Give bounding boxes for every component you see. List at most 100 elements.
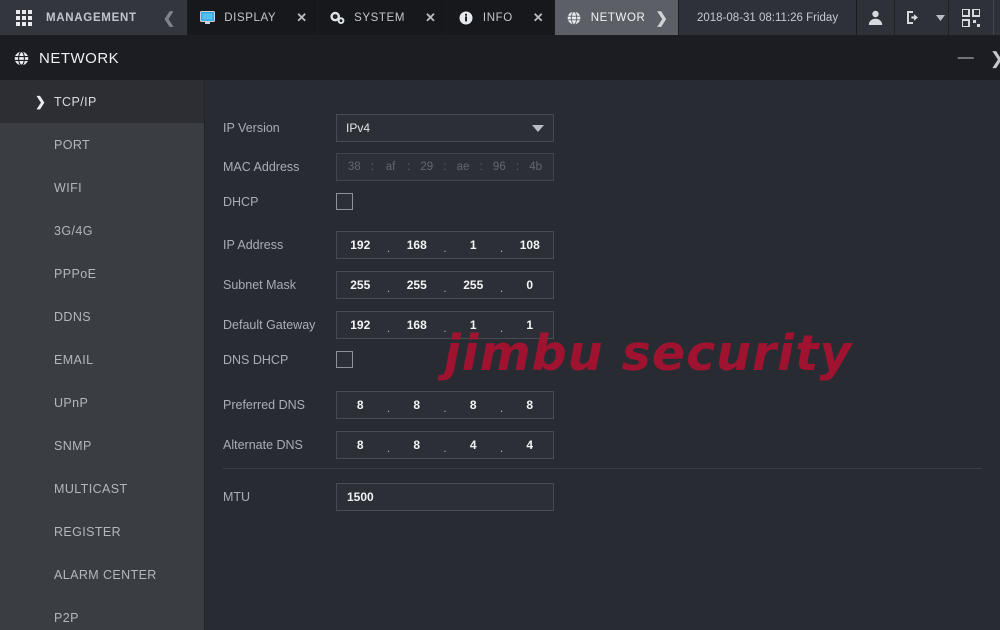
tab-display-label: DISPLAY — [224, 11, 277, 24]
ip-octet[interactable]: 255 — [337, 278, 384, 292]
subnet-mask-label: Subnet Mask — [223, 278, 296, 292]
ip-address-label: IP Address — [223, 238, 284, 252]
management-menu-button[interactable]: MANAGEMENT ❮ — [0, 0, 188, 35]
sidebar-item-p2p[interactable]: P2P — [0, 596, 204, 630]
sidebar-item-email[interactable]: EMAIL — [0, 338, 204, 381]
ip-dot: . — [386, 401, 391, 415]
system-clock: 2018-08-31 08:11:26 Friday — [678, 0, 857, 35]
ip-octet[interactable]: 0 — [507, 278, 554, 292]
sidebar-item-wifi[interactable]: WIFI — [0, 166, 204, 209]
sidebar-item-upnp[interactable]: UPnP — [0, 381, 204, 424]
sidebar-item-register[interactable]: REGISTER — [0, 510, 204, 553]
logout-icon[interactable] — [895, 0, 933, 35]
ip-dot: . — [443, 321, 447, 335]
sidebar-item-label: UPnP — [54, 395, 89, 410]
ip-octet[interactable]: 168 — [394, 318, 441, 332]
field-mtu: MTU 1500 — [223, 483, 554, 511]
ip-address-input[interactable]: 192 . 168 . 1 . 108 — [336, 231, 554, 259]
sidebar-item-tcpip[interactable]: ❯ TCP/IP — [0, 80, 204, 123]
mac-octet: af — [385, 161, 396, 173]
dhcp-label: DHCP — [223, 194, 259, 209]
sidebar-item-ddns[interactable]: DDNS — [0, 295, 204, 338]
system-icons-group — [856, 0, 1000, 35]
ip-octet[interactable]: 192 — [337, 238, 384, 252]
close-button[interactable]: ❯ — [988, 50, 1000, 67]
mac-octet: 4b — [529, 161, 542, 173]
preferred-dns-input[interactable]: 8 . 8 . 8 . 8 — [336, 391, 554, 419]
tab-system-close-icon[interactable]: ✕ — [425, 11, 436, 24]
ip-dot: . — [386, 321, 391, 335]
ip-octet[interactable]: 4 — [450, 438, 497, 452]
mac-address-label: MAC Address — [223, 160, 300, 174]
top-tab-bar: MANAGEMENT ❮ DISPLAY ✕ SYSTEM ✕ INFO ✕ N… — [0, 0, 1000, 36]
ip-octet[interactable]: 8 — [337, 438, 384, 452]
chevron-right-icon: ❯ — [35, 93, 46, 109]
ip-octet[interactable]: 8 — [450, 398, 497, 412]
ip-version-select[interactable]: IPv4 — [336, 114, 554, 142]
window-controls: — ❯ — [948, 50, 1000, 67]
window-title-bar: NETWORK — ❯ — [0, 36, 1000, 80]
sidebar-item-port[interactable]: PORT — [0, 123, 204, 166]
tab-system[interactable]: SYSTEM ✕ — [317, 0, 446, 35]
tab-display-close-icon[interactable]: ✕ — [296, 11, 307, 24]
ip-octet[interactable]: 4 — [507, 438, 554, 452]
ip-octet[interactable]: 8 — [394, 398, 441, 412]
ip-octet[interactable]: 1 — [450, 238, 497, 252]
gears-icon — [330, 10, 345, 25]
ip-octet[interactable]: 1 — [507, 318, 554, 332]
field-default-gateway: Default Gateway 192 . 168 . 1 . 1 — [223, 311, 554, 339]
minimize-button[interactable]: — — [948, 50, 984, 66]
mac-separator: : — [407, 161, 411, 173]
ip-octet[interactable]: 168 — [394, 238, 441, 252]
qr-code-icon[interactable] — [949, 0, 993, 35]
field-subnet-mask: Subnet Mask 255 . 255 . 255 . 0 — [223, 271, 554, 299]
ip-octet[interactable]: 8 — [507, 398, 554, 412]
field-dns-dhcp: DNS DHCP — [223, 351, 353, 368]
ip-dot: . — [443, 441, 447, 455]
sidebar-item-snmp[interactable]: SNMP — [0, 424, 204, 467]
ip-octet[interactable]: 255 — [450, 278, 497, 292]
sidebar-item-label: P2P — [54, 610, 79, 625]
ip-dot: . — [386, 281, 391, 295]
tab-info-close-icon[interactable]: ✕ — [533, 11, 544, 24]
ip-dot: . — [386, 441, 391, 455]
sidebar-item-label: WIFI — [54, 180, 82, 195]
tab-network[interactable]: NETWOR ❯ — [553, 0, 678, 35]
field-mac-address: MAC Address 38 : af : 29 : ae : 96 : 4b — [223, 153, 554, 181]
tab-info[interactable]: INFO ✕ — [445, 0, 554, 35]
sidebar-item-multicast[interactable]: MULTICAST — [0, 467, 204, 510]
subnet-mask-input[interactable]: 255 . 255 . 255 . 0 — [336, 271, 554, 299]
dns-dhcp-checkbox[interactable] — [336, 351, 353, 368]
ip-octet[interactable]: 8 — [337, 398, 384, 412]
mtu-label: MTU — [223, 490, 251, 504]
sidebar-item-alarm-center[interactable]: ALARM CENTER — [0, 553, 204, 596]
ip-octet[interactable]: 255 — [394, 278, 441, 292]
sidebar-item-pppoe[interactable]: PPPoE — [0, 252, 204, 295]
mtu-input[interactable]: 1500 — [336, 483, 554, 511]
ip-dot: . — [443, 281, 447, 295]
chevron-right-icon[interactable]: ❯ — [655, 9, 668, 27]
grid-icon — [16, 9, 32, 26]
display-monitor-icon[interactable] — [993, 0, 1000, 35]
user-account-icon[interactable] — [857, 0, 896, 35]
chevron-down-icon[interactable] — [532, 125, 544, 132]
logout-dropdown-caret-icon[interactable] — [933, 0, 950, 35]
tab-display[interactable]: DISPLAY ✕ — [187, 0, 318, 35]
default-gateway-input[interactable]: 192 . 168 . 1 . 1 — [336, 311, 554, 339]
ip-version-select-wrap: IPv4 — [336, 114, 554, 142]
dhcp-checkbox[interactable] — [336, 193, 353, 210]
sidebar-item-label: REGISTER — [54, 524, 122, 539]
preferred-dns-label: Preferred DNS — [223, 398, 305, 412]
chevron-left-icon[interactable]: ❮ — [163, 9, 176, 27]
network-settings-window: MANAGEMENT ❮ DISPLAY ✕ SYSTEM ✕ INFO ✕ N… — [0, 0, 1000, 630]
alternate-dns-input[interactable]: 8 . 8 . 4 . 4 — [336, 431, 554, 459]
sidebar-item-label: EMAIL — [54, 352, 94, 367]
mac-octet: ae — [456, 161, 470, 173]
ip-octet[interactable]: 192 — [337, 318, 384, 332]
sidebar-item-3g4g[interactable]: 3G/4G — [0, 209, 204, 252]
ip-octet[interactable]: 1 — [450, 318, 497, 332]
sidebar-item-label: ALARM CENTER — [54, 567, 157, 582]
ip-octet[interactable]: 108 — [507, 238, 554, 252]
tab-network-label: NETWOR — [590, 11, 646, 24]
ip-octet[interactable]: 8 — [394, 438, 441, 452]
